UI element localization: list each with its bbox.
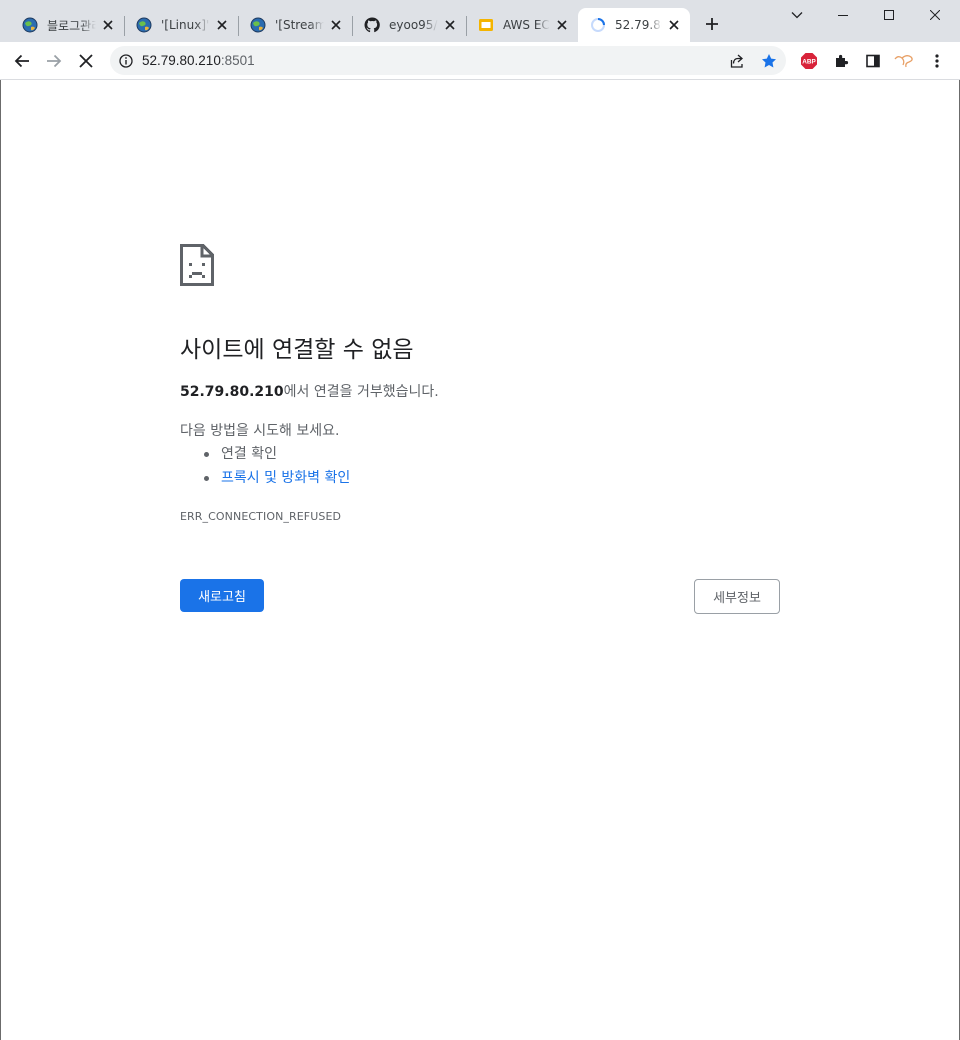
url-port: :8501 <box>220 53 255 68</box>
tab-title: AWS EC2 <box>503 18 550 32</box>
tab-strip: 블로그관리 '[Linux]' ∈ '[Streamlit] eyoo95/st… <box>0 0 960 42</box>
tab-active-page[interactable]: 52.79.80.2 <box>578 8 690 42</box>
profile-avatar-icon[interactable] <box>890 47 918 75</box>
close-icon[interactable] <box>100 17 116 33</box>
details-button[interactable]: 세부정보 <box>694 579 780 614</box>
connection-refused-message: 52.79.80.210에서 연결을 거부했습니다. <box>180 381 439 401</box>
close-icon[interactable] <box>442 17 458 33</box>
window-frame-left <box>0 80 1 1040</box>
extensions-puzzle-icon[interactable] <box>827 47 855 75</box>
info-icon[interactable] <box>118 53 134 69</box>
forward-button[interactable] <box>40 47 68 75</box>
globe-favicon-icon <box>22 17 38 33</box>
suggestion-check-proxy-firewall-link[interactable]: 프록시 및 방화벽 확인 <box>204 466 350 490</box>
globe-favicon-icon <box>136 17 152 33</box>
tab-linux[interactable]: '[Linux]' ∈ <box>124 8 238 42</box>
url-host: 52.79.80.210 <box>142 53 221 68</box>
stop-loading-button[interactable] <box>72 47 100 75</box>
refused-suffix: 에서 연결을 거부했습니다. <box>283 384 439 400</box>
menu-kebab-icon[interactable] <box>923 47 951 75</box>
close-icon[interactable] <box>666 17 682 33</box>
slides-icon <box>478 17 494 33</box>
loading-spinner-icon <box>590 17 606 33</box>
error-heading: 사이트에 연결할 수 없음 <box>180 337 414 363</box>
tab-title: '[Streamlit] <box>275 18 324 32</box>
tab-streamlit[interactable]: '[Streamlit] <box>238 8 352 42</box>
share-icon[interactable] <box>724 48 750 74</box>
adblock-plus-icon[interactable]: ABP <box>795 47 823 75</box>
svg-text:ABP: ABP <box>802 59 816 66</box>
refused-host: 52.79.80.210 <box>180 384 284 400</box>
close-window-button[interactable] <box>912 0 958 30</box>
close-icon[interactable] <box>328 17 344 33</box>
side-panel-icon[interactable] <box>859 47 887 75</box>
tab-github[interactable]: eyoo95/st <box>352 8 466 42</box>
sad-page-icon <box>180 244 214 286</box>
address-bar[interactable]: 52.79.80.210:8501 <box>110 46 786 75</box>
bookmark-star-icon[interactable] <box>756 48 782 74</box>
suggestions-list: 연결 확인 프록시 및 방화벽 확인 <box>204 442 350 490</box>
minimize-button[interactable] <box>820 0 866 30</box>
new-tab-button[interactable] <box>700 12 724 36</box>
browser-toolbar: 52.79.80.210:8501 ABP <box>0 42 960 80</box>
tab-title: 블로그관리 <box>47 18 96 33</box>
tab-title: eyoo95/st <box>389 18 438 32</box>
back-button[interactable] <box>8 47 36 75</box>
reload-button[interactable]: 새로고침 <box>180 579 264 612</box>
close-icon[interactable] <box>554 17 570 33</box>
try-suggestions-label: 다음 방법을 시도해 보세요. <box>180 423 340 439</box>
github-icon <box>364 17 380 33</box>
error-code: ERR_CONNECTION_REFUSED <box>180 510 342 523</box>
close-icon[interactable] <box>214 17 230 33</box>
url-text[interactable]: 52.79.80.210:8501 <box>142 53 255 68</box>
tab-blog-admin[interactable]: 블로그관리 <box>10 8 124 42</box>
suggestion-check-connection: 연결 확인 <box>204 442 350 466</box>
globe-favicon-icon <box>250 17 266 33</box>
tab-search-chevron-icon[interactable] <box>774 0 820 30</box>
tab-aws-ec2[interactable]: AWS EC2 <box>466 8 578 42</box>
maximize-button[interactable] <box>866 0 912 30</box>
tab-title: '[Linux]' ∈ <box>161 18 210 32</box>
tab-title: 52.79.80.2 <box>615 18 662 32</box>
